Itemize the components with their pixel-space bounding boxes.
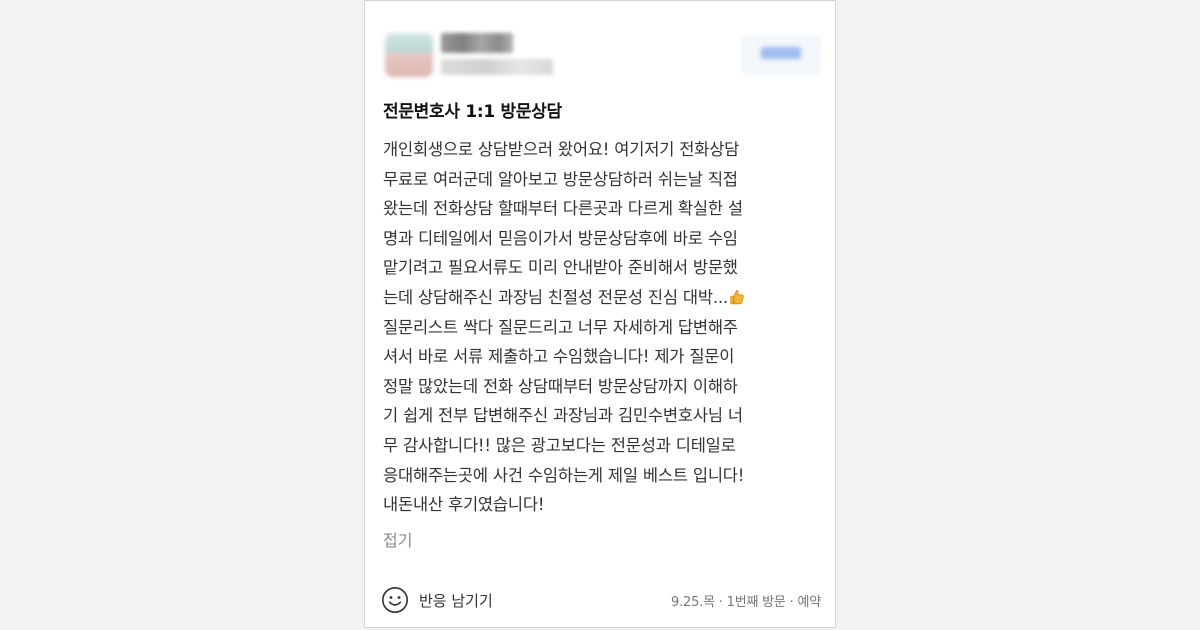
review-line: 기 쉽게 전부 답변해주신 과장님과 김민수변호사님 너 xyxy=(383,406,743,426)
reviewer-name-blurred[interactable] xyxy=(441,33,513,53)
follow-button-label-blurred xyxy=(761,47,801,59)
leave-reaction-label: 반응 남기기 xyxy=(419,591,493,610)
thumbs-up-icon xyxy=(730,290,744,305)
review-title: 전문변호사 1:1 방문상담 xyxy=(383,102,562,122)
smile-icon xyxy=(382,587,408,613)
review-line: 셔서 바로 서류 제출하고 수임했습니다! 제가 질문이 xyxy=(383,347,735,367)
visit-info: 9.25.목 · 1번째 방문 · 예약 xyxy=(671,595,821,610)
review-line: 개인회생으로 상담받으러 왔어요! 여기저기 전화상담 xyxy=(383,140,740,159)
review-footer: 반응 남기기 9.25.목 · 1번째 방문 · 예약 xyxy=(381,585,821,615)
review-line: 무료로 여러군데 알아보고 방문상담하러 쉬는날 직접 xyxy=(383,169,738,189)
review-line: 질문리스트 싹다 질문드리고 너무 자세하게 답변해주 xyxy=(383,317,738,337)
review-line-with-emoji: 는데 상담해주신 과장님 친절성 전문성 진심 대박... xyxy=(383,283,823,313)
reviewer-meta-blurred xyxy=(441,59,553,75)
review-card: 전문변호사 1:1 방문상담 개인회생으로 상담받으러 왔어요! 여기저기 전화… xyxy=(364,0,836,628)
review-text: 개인회생으로 상담받으러 왔어요! 여기저기 전화상담 무료로 여러군데 알아보… xyxy=(383,135,823,520)
avatar[interactable] xyxy=(385,33,433,77)
review-line: 맡기려고 필요서류도 미리 안내받아 준비해서 방문했 xyxy=(383,258,738,278)
collapse-button[interactable]: 접기 xyxy=(383,527,412,551)
review-line: 내돈내산 후기였습니다! xyxy=(383,495,545,515)
leave-reaction-button[interactable]: 반응 남기기 xyxy=(381,585,493,615)
review-line: 명과 디테일에서 믿음이가서 방문상담후에 바로 수임 xyxy=(383,228,738,248)
review-line: 왔는데 전화상담 할때부터 다른곳과 다르게 확실한 설 xyxy=(383,199,743,219)
review-line: 는데 상담해주신 과장님 친절성 전문성 진심 대박... xyxy=(383,287,729,307)
follow-button-blurred[interactable] xyxy=(741,35,821,75)
review-line: 응대해주는곳에 사건 수임하는게 제일 베스트 입니다! xyxy=(383,465,745,485)
review-line: 무 감사합니다!! 많은 광고보다는 전문성과 디테일로 xyxy=(383,435,736,455)
review-line: 정말 많았는데 전화 상담때부터 방문상담까지 이해하 xyxy=(383,376,738,396)
